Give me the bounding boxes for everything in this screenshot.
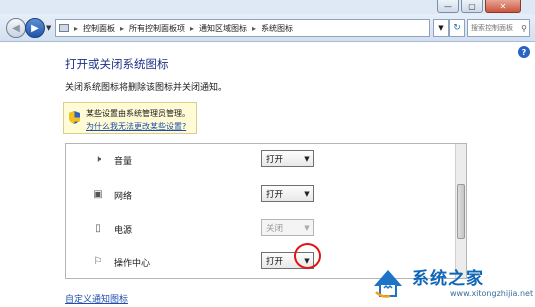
control-panel-icon: [59, 24, 69, 32]
power-select: 关闭 ▼: [261, 219, 314, 236]
refresh-icon: ↻: [453, 23, 461, 33]
volume-select[interactable]: 打开 ▼: [261, 150, 314, 167]
select-value: 关闭: [266, 223, 284, 234]
breadcrumb-control-panel[interactable]: 控制面板: [83, 23, 115, 34]
flag-icon: ⚐: [93, 255, 103, 267]
back-button[interactable]: ◀: [6, 18, 26, 38]
watermark-url: www.xitongzhijia.net: [450, 289, 534, 298]
address-bar[interactable]: ▸ 控制面板 ▸ 所有控制面板项 ▸ 通知区域图标 ▸ 系统图标: [55, 19, 430, 37]
customize-notification-icons-link[interactable]: 自定义通知图标: [65, 292, 128, 305]
arrow-left-icon: ◀: [12, 22, 20, 34]
admin-notice: 某些设置由系统管理员管理。 为什么我无法更改某些设置?: [63, 102, 197, 134]
breadcrumb-all-items[interactable]: 所有控制面板项: [129, 23, 185, 34]
title-bar: — ▢ ✕: [0, 0, 535, 14]
brand-logo-icon: [374, 270, 402, 298]
minimize-icon: —: [444, 1, 452, 11]
page-description: 关闭系统图标将删除该图标并关闭通知。: [65, 83, 228, 93]
maximize-button[interactable]: ▢: [461, 0, 483, 13]
row-label-volume: 音量: [114, 157, 133, 167]
list-item: ▣ 网络 打开 ▼: [66, 183, 456, 205]
breadcrumb-separator: ▸: [74, 23, 79, 33]
breadcrumb-separator: ▸: [190, 23, 195, 33]
search-input[interactable]: [471, 24, 517, 32]
close-button[interactable]: ✕: [485, 0, 521, 13]
select-value: 打开: [266, 154, 284, 165]
watermark: 系统之家 www.xitongzhijia.net: [372, 262, 534, 304]
system-icons-list: 🕨 音量 打开 ▼ ▣ 网络 打开 ▼ ▯ 电源 关闭 ▼ ⚐ 操作中心 打开 …: [65, 143, 467, 279]
help-button[interactable]: ?: [518, 46, 530, 58]
chevron-down-icon: ▼: [46, 24, 52, 32]
list-scrollbar[interactable]: [455, 144, 466, 278]
breadcrumb-system-icons[interactable]: 系统图标: [261, 23, 293, 34]
breadcrumb-separator: ▸: [252, 23, 257, 33]
shield-icon: [69, 111, 80, 124]
network-icon: ▣: [93, 188, 103, 200]
close-icon: ✕: [499, 1, 507, 11]
window-controls: — ▢ ✕: [437, 0, 521, 13]
arrow-right-icon: ▶: [31, 22, 39, 34]
row-label-power: 电源: [114, 226, 133, 236]
help-icon: ?: [521, 47, 527, 57]
refresh-button[interactable]: ↻: [449, 19, 465, 37]
minimize-button[interactable]: —: [437, 0, 459, 13]
speaker-icon: 🕨: [94, 153, 102, 165]
chevron-down-icon: ▼: [304, 154, 310, 163]
search-icon: ⚲: [521, 23, 527, 33]
notice-text: 某些设置由系统管理员管理。: [86, 109, 190, 118]
breadcrumb-notification-icons[interactable]: 通知区域图标: [199, 23, 247, 34]
power-icon: ▯: [95, 222, 101, 234]
watermark-brand: 系统之家: [412, 269, 484, 289]
chevron-down-icon: ▼: [304, 189, 310, 198]
list-item: ▯ 电源 关闭 ▼: [66, 217, 456, 239]
row-label-action-center: 操作中心: [114, 259, 151, 269]
chevron-down-icon: ▼: [304, 223, 310, 232]
history-dropdown[interactable]: ▼: [46, 24, 51, 32]
why-settings-link[interactable]: 为什么我无法更改某些设置?: [86, 121, 186, 132]
network-select[interactable]: 打开 ▼: [261, 185, 314, 202]
row-label-network: 网络: [114, 192, 133, 202]
page-title: 打开或关闭系统图标: [65, 57, 169, 71]
scrollbar-thumb[interactable]: [457, 184, 465, 239]
select-value: 打开: [266, 189, 284, 200]
highlight-circle: [294, 243, 321, 269]
address-dropdown-button[interactable]: ▼: [433, 19, 449, 37]
search-box[interactable]: ⚲: [467, 19, 530, 37]
chevron-down-icon: ▼: [438, 24, 444, 32]
navigation-bar: ◀ ▶ ▼ ▸ 控制面板 ▸ 所有控制面板项 ▸ 通知区域图标 ▸ 系统图标 ▼…: [0, 14, 535, 42]
list-item: 🕨 音量 打开 ▼: [66, 148, 456, 170]
breadcrumb-separator: ▸: [120, 23, 125, 33]
maximize-icon: ▢: [468, 1, 476, 11]
forward-button[interactable]: ▶: [25, 18, 45, 38]
